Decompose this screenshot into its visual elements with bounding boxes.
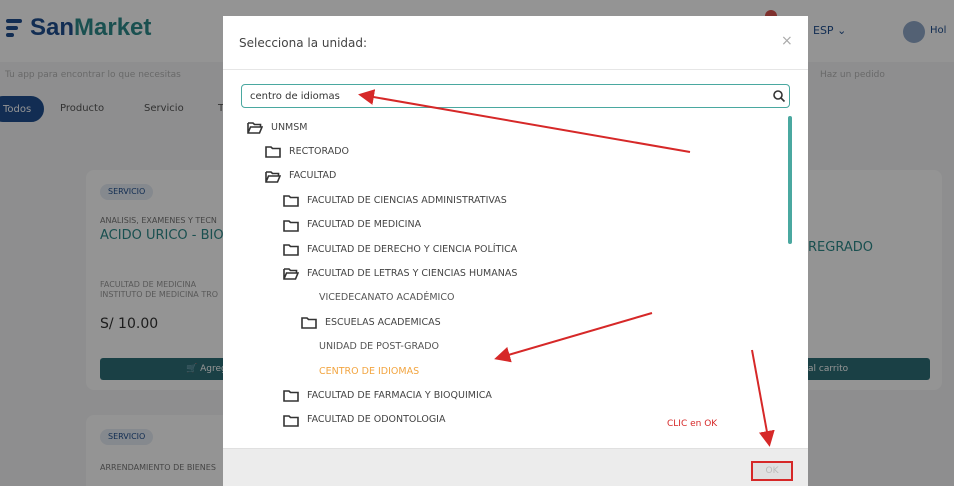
- unit-selector-dialog: Selecciona la unidad: × UNMSM RECTORADO FA…: [223, 16, 808, 486]
- tree-node-label: FACULTAD: [289, 170, 337, 182]
- ok-button[interactable]: OK: [751, 461, 793, 481]
- tree-scrollbar[interactable]: [786, 116, 792, 446]
- search-icon[interactable]: [772, 89, 786, 103]
- folder-icon: [265, 146, 281, 159]
- tree-node[interactable]: FACULTAD DE LETRAS Y CIENCIAS HUMANAS: [283, 262, 517, 284]
- tree-node-label: CENTRO DE IDIOMAS: [319, 365, 420, 377]
- tree-node-label: ESCUELAS ACADEMICAS: [325, 316, 441, 328]
- folder-icon: [301, 317, 317, 329]
- tree-node[interactable]: FACULTAD DE MEDICINA: [283, 214, 421, 236]
- folder-open-icon: [247, 122, 263, 134]
- search-input[interactable]: [250, 88, 760, 104]
- tree-node[interactable]: FACULTAD DE DERECHO Y CIENCIA POLÍTICA: [283, 238, 517, 260]
- annotation-note: CLIC en OK: [667, 419, 718, 429]
- search-field: [241, 84, 790, 108]
- dialog-footer: OK: [223, 448, 808, 486]
- tree-node-label: FACULTAD DE ODONTOLOGIA: [307, 414, 446, 426]
- tree-node-label: FACULTAD DE FARMACIA Y BIOQUIMICA: [307, 389, 492, 401]
- scrollbar-thumb[interactable]: [788, 116, 792, 244]
- tree-node[interactable]: FACULTAD DE ODONTOLOGIA: [283, 409, 445, 431]
- tree-node-label: FACULTAD DE DERECHO Y CIENCIA POLÍTICA: [307, 243, 518, 255]
- dialog-header: Selecciona la unidad: ×: [223, 16, 808, 70]
- tree-node-label: FACULTAD DE MEDICINA: [307, 219, 422, 231]
- folder-open-icon: [283, 268, 299, 281]
- tree-node-label: FACULTAD DE LETRAS Y CIENCIAS HUMANAS: [307, 267, 518, 279]
- dialog-title: Selecciona la unidad:: [239, 36, 368, 50]
- tree-node-label: UNMSM: [271, 121, 308, 133]
- tree-node[interactable]: FACULTAD DE FARMACIA Y BIOQUIMICA: [283, 384, 492, 406]
- tree-node[interactable]: VICEDECANATO ACADÉMICO: [319, 287, 454, 309]
- close-icon[interactable]: ×: [781, 33, 793, 49]
- tree-node-label: FACULTAD DE CIENCIAS ADMINISTRATIVAS: [307, 194, 507, 206]
- tree-node-label: RECTORADO: [289, 145, 350, 157]
- folder-icon: [283, 195, 299, 207]
- unit-tree: UNMSM RECTORADO FACULTAD FACULTAD DE CIENCI…: [241, 116, 786, 446]
- tree-node[interactable]: CENTRO DE IDIOMAS: [319, 360, 419, 382]
- tree-node[interactable]: FACULTAD DE CIENCIAS ADMINISTRATIVAS: [283, 189, 507, 211]
- tree-node[interactable]: UNMSM: [247, 116, 307, 138]
- tree-node[interactable]: ESCUELAS ACADEMICAS: [301, 311, 441, 333]
- tree-node[interactable]: UNIDAD DE POST-GRADO: [319, 336, 439, 358]
- folder-icon: [283, 414, 299, 427]
- folder-icon: [283, 390, 299, 403]
- tree-node-label: VICEDECANATO ACADÉMICO: [319, 292, 455, 304]
- tree-node-label: UNIDAD DE POST-GRADO: [319, 341, 439, 353]
- folder-open-icon: [265, 170, 281, 183]
- folder-icon: [283, 219, 299, 232]
- tree-node[interactable]: RECTORADO: [265, 140, 349, 162]
- folder-icon: [283, 244, 299, 256]
- tree-node[interactable]: FACULTAD: [265, 165, 336, 187]
